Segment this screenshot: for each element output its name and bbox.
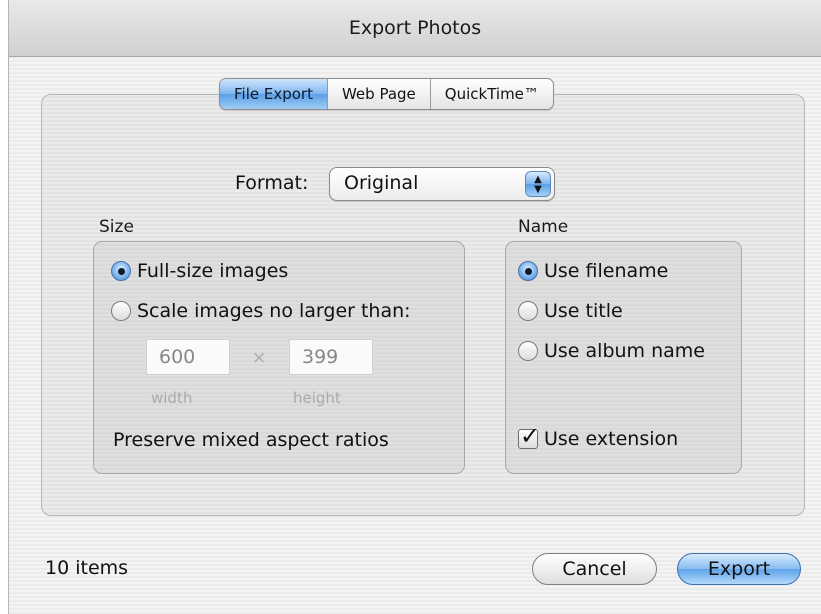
radio-use-filename[interactable] bbox=[518, 261, 538, 281]
export-photos-dialog: Export Photos File Export Web Page Quick… bbox=[8, 0, 821, 614]
radio-use-title[interactable] bbox=[518, 301, 538, 321]
name-group-label: Name bbox=[518, 217, 569, 237]
up-down-arrows-icon: ▲ ▼ bbox=[525, 171, 551, 197]
use-album-name-label: Use album name bbox=[544, 340, 705, 362]
use-title-option[interactable]: Use title bbox=[518, 300, 623, 322]
radio-full-size[interactable] bbox=[111, 261, 131, 281]
use-extension-option[interactable]: ✓ Use extension bbox=[518, 422, 679, 450]
use-filename-label: Use filename bbox=[544, 260, 669, 282]
use-filename-option[interactable]: Use filename bbox=[518, 260, 668, 282]
format-label: Format: bbox=[235, 172, 309, 194]
radio-scale[interactable] bbox=[111, 301, 131, 321]
full-size-label: Full-size images bbox=[137, 260, 289, 282]
scale-option[interactable]: Scale images no larger than: bbox=[111, 300, 411, 322]
tab-quicktime[interactable]: QuickTime™ bbox=[429, 79, 553, 109]
use-album-name-option[interactable]: Use album name bbox=[518, 340, 705, 362]
window-title: Export Photos bbox=[9, 0, 821, 57]
format-popup[interactable]: Original ▲ ▼ bbox=[329, 167, 555, 201]
scale-label: Scale images no larger than: bbox=[137, 300, 411, 322]
full-size-option[interactable]: Full-size images bbox=[111, 260, 288, 282]
export-tabs: File Export Web Page QuickTime™ bbox=[219, 78, 554, 110]
preserve-aspect-label: Preserve mixed aspect ratios bbox=[113, 429, 389, 451]
width-field[interactable]: 600 bbox=[146, 339, 230, 375]
tab-file-export[interactable]: File Export bbox=[220, 79, 327, 109]
times-symbol: × bbox=[252, 348, 267, 368]
size-group-label: Size bbox=[99, 217, 134, 237]
checkmark-icon: ✓ bbox=[520, 422, 541, 450]
width-caption: width bbox=[151, 389, 193, 407]
tab-web-page[interactable]: Web Page bbox=[326, 79, 430, 109]
cancel-button[interactable]: Cancel bbox=[532, 553, 657, 585]
format-value: Original bbox=[344, 172, 419, 194]
export-button[interactable]: Export bbox=[677, 553, 801, 585]
height-caption: height bbox=[293, 389, 341, 407]
item-count: 10 items bbox=[45, 557, 129, 579]
radio-use-album-name[interactable] bbox=[518, 341, 538, 361]
height-field[interactable]: 399 bbox=[289, 339, 373, 375]
use-extension-checkbox[interactable]: ✓ bbox=[518, 422, 540, 450]
use-title-label: Use title bbox=[544, 300, 623, 322]
use-extension-label: Use extension bbox=[544, 428, 679, 450]
